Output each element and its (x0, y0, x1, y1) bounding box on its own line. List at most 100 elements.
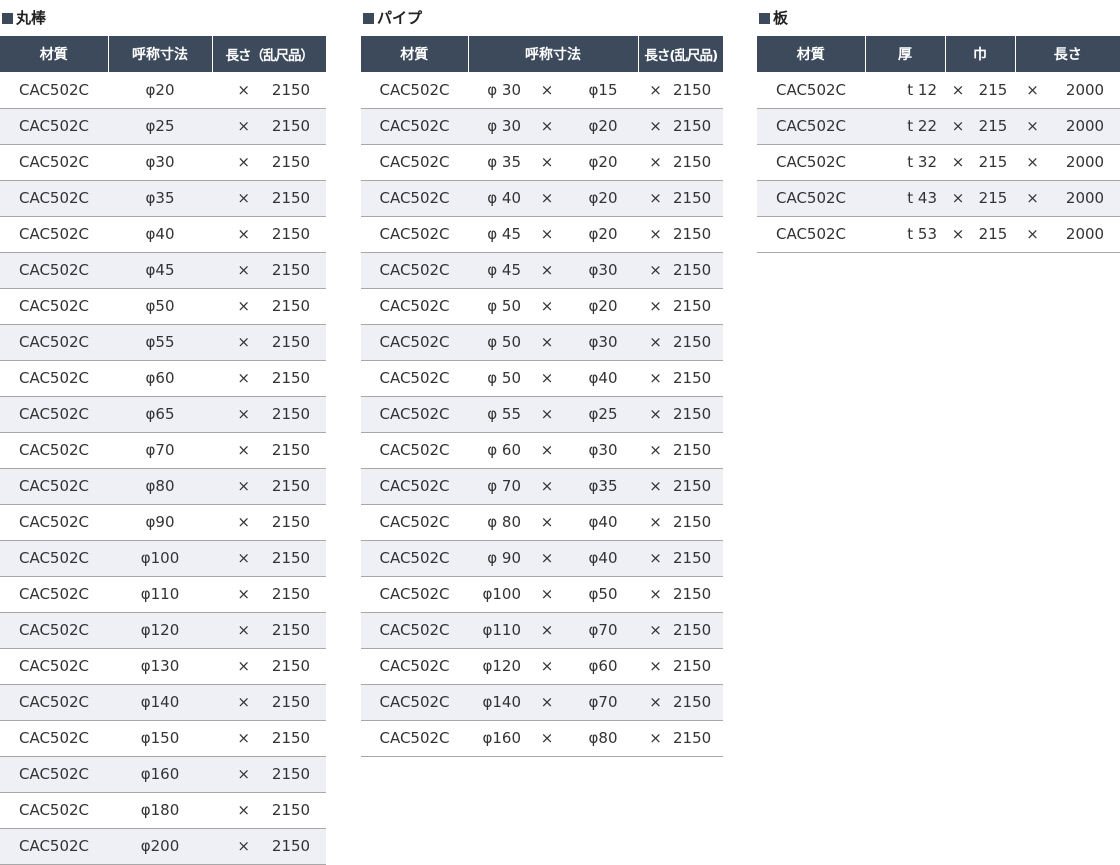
material-cell: CAC502C (361, 288, 468, 325)
length-cell: 2150 (673, 432, 723, 469)
square-bullet-icon (363, 12, 374, 24)
length-cell: 2150 (256, 792, 326, 829)
multiply-sign: × (945, 144, 971, 181)
material-cell: CAC502C (0, 72, 108, 109)
length-cell: 2150 (256, 468, 326, 505)
multiply-sign: × (212, 612, 256, 649)
plate-title: 板 (773, 9, 789, 27)
inner-diameter-cell: φ20 (568, 288, 638, 325)
table-row: CAC502C φ30 × 2150 (0, 144, 326, 181)
round-bar-title-row: 丸棒 (0, 0, 326, 36)
table-row: CAC502C φ 40 × φ20 × 2150 (361, 180, 723, 217)
length-cell: 2150 (256, 648, 326, 685)
pipe-table: 材質 呼称寸法 長さ(乱尺品) CAC502C φ 30 × φ15 × 2150 CAC5… (361, 36, 723, 757)
length-cell: 2000 (1050, 108, 1120, 145)
material-cell: CAC502C (0, 396, 108, 433)
table-row: CAC502C t 22 × 215 × 2000 (757, 108, 1120, 145)
plate-section: 板 材質 厚 巾 長さ CAC502C t 12 × 215 × 2000 CAC502C t… (757, 0, 1120, 253)
diameter-cell: φ180 (108, 792, 212, 829)
length-cell: 2150 (673, 216, 723, 253)
length-cell: 2150 (256, 432, 326, 469)
material-cell: CAC502C (0, 684, 108, 721)
multiply-sign: × (526, 108, 568, 145)
outer-diameter-cell: φ 40 (468, 180, 526, 217)
diameter-cell: φ65 (108, 396, 212, 433)
material-cell: CAC502C (0, 828, 108, 865)
diameter-cell: φ90 (108, 504, 212, 541)
multiply-sign: × (526, 540, 568, 577)
table-row: CAC502C φ 45 × φ30 × 2150 (361, 252, 723, 289)
table-row: CAC502C φ 45 × φ20 × 2150 (361, 216, 723, 253)
diameter-cell: φ80 (108, 468, 212, 505)
thickness-cell: t 53 (865, 216, 945, 253)
diameter-cell: φ200 (108, 828, 212, 865)
length-cell: 2150 (673, 504, 723, 541)
multiply-sign: × (212, 756, 256, 793)
length-cell: 2150 (673, 324, 723, 361)
table-row: CAC502C φ130 × 2150 (0, 648, 326, 685)
inner-diameter-cell: φ20 (568, 180, 638, 217)
multiply-sign: × (212, 504, 256, 541)
multiply-sign: × (212, 792, 256, 829)
inner-diameter-cell: φ40 (568, 540, 638, 577)
material-cell: CAC502C (0, 792, 108, 829)
outer-diameter-cell: φ 50 (468, 324, 526, 361)
diameter-cell: φ110 (108, 576, 212, 613)
length-cell: 2000 (1050, 216, 1120, 253)
multiply-sign: × (1015, 108, 1050, 145)
table-row: CAC502C φ45 × 2150 (0, 252, 326, 289)
table-row: CAC502C φ 30 × φ15 × 2150 (361, 72, 723, 109)
multiply-sign: × (638, 396, 673, 433)
material-cell: CAC502C (757, 216, 865, 253)
diameter-cell: φ25 (108, 108, 212, 145)
multiply-sign: × (212, 684, 256, 721)
table-row: CAC502C φ 50 × φ30 × 2150 (361, 324, 723, 361)
material-cell: CAC502C (0, 108, 108, 145)
table-row: CAC502C φ 90 × φ40 × 2150 (361, 540, 723, 577)
diameter-cell: φ30 (108, 144, 212, 181)
multiply-sign: × (212, 180, 256, 217)
material-cell: CAC502C (0, 252, 108, 289)
length-cell: 2150 (256, 504, 326, 541)
material-cell: CAC502C (0, 432, 108, 469)
header-length: 長さ (1014, 36, 1120, 72)
multiply-sign: × (212, 324, 256, 361)
width-cell: 215 (971, 144, 1015, 181)
width-cell: 215 (971, 180, 1015, 217)
outer-diameter-cell: φ 50 (468, 360, 526, 397)
material-cell: CAC502C (361, 576, 468, 613)
multiply-sign: × (1015, 144, 1050, 181)
multiply-sign: × (212, 144, 256, 181)
table-row: CAC502C φ 60 × φ30 × 2150 (361, 432, 723, 469)
material-cell: CAC502C (361, 468, 468, 505)
round-bar-header-row: 材質 呼称寸法 長さ（乱尺品） (0, 36, 326, 72)
multiply-sign: × (526, 612, 568, 649)
pipe-body: CAC502C φ 30 × φ15 × 2150 CAC502C φ 30 × φ20 × 2150… (361, 72, 723, 757)
length-cell: 2150 (673, 360, 723, 397)
table-row: CAC502C φ 55 × φ25 × 2150 (361, 396, 723, 433)
multiply-sign: × (212, 648, 256, 685)
round-bar-title: 丸棒 (16, 9, 47, 27)
multiply-sign: × (526, 324, 568, 361)
multiply-sign: × (212, 468, 256, 505)
table-row: CAC502C φ60 × 2150 (0, 360, 326, 397)
table-row: CAC502C φ100 × 2150 (0, 540, 326, 577)
length-cell: 2150 (256, 144, 326, 181)
length-cell: 2000 (1050, 144, 1120, 181)
diameter-cell: φ150 (108, 720, 212, 757)
table-row: CAC502C φ70 × 2150 (0, 432, 326, 469)
material-cell: CAC502C (0, 504, 108, 541)
table-row: CAC502C φ65 × 2150 (0, 396, 326, 433)
material-cell: CAC502C (361, 72, 468, 109)
table-row: CAC502C φ 50 × φ20 × 2150 (361, 288, 723, 325)
material-cell: CAC502C (0, 324, 108, 361)
multiply-sign: × (1015, 72, 1050, 109)
diameter-cell: φ140 (108, 684, 212, 721)
multiply-sign: × (212, 216, 256, 253)
multiply-sign: × (638, 288, 673, 325)
inner-diameter-cell: φ25 (568, 396, 638, 433)
material-cell: CAC502C (361, 540, 468, 577)
multiply-sign: × (526, 252, 568, 289)
outer-diameter-cell: φ 30 (468, 72, 526, 109)
table-row: CAC502C φ90 × 2150 (0, 504, 326, 541)
